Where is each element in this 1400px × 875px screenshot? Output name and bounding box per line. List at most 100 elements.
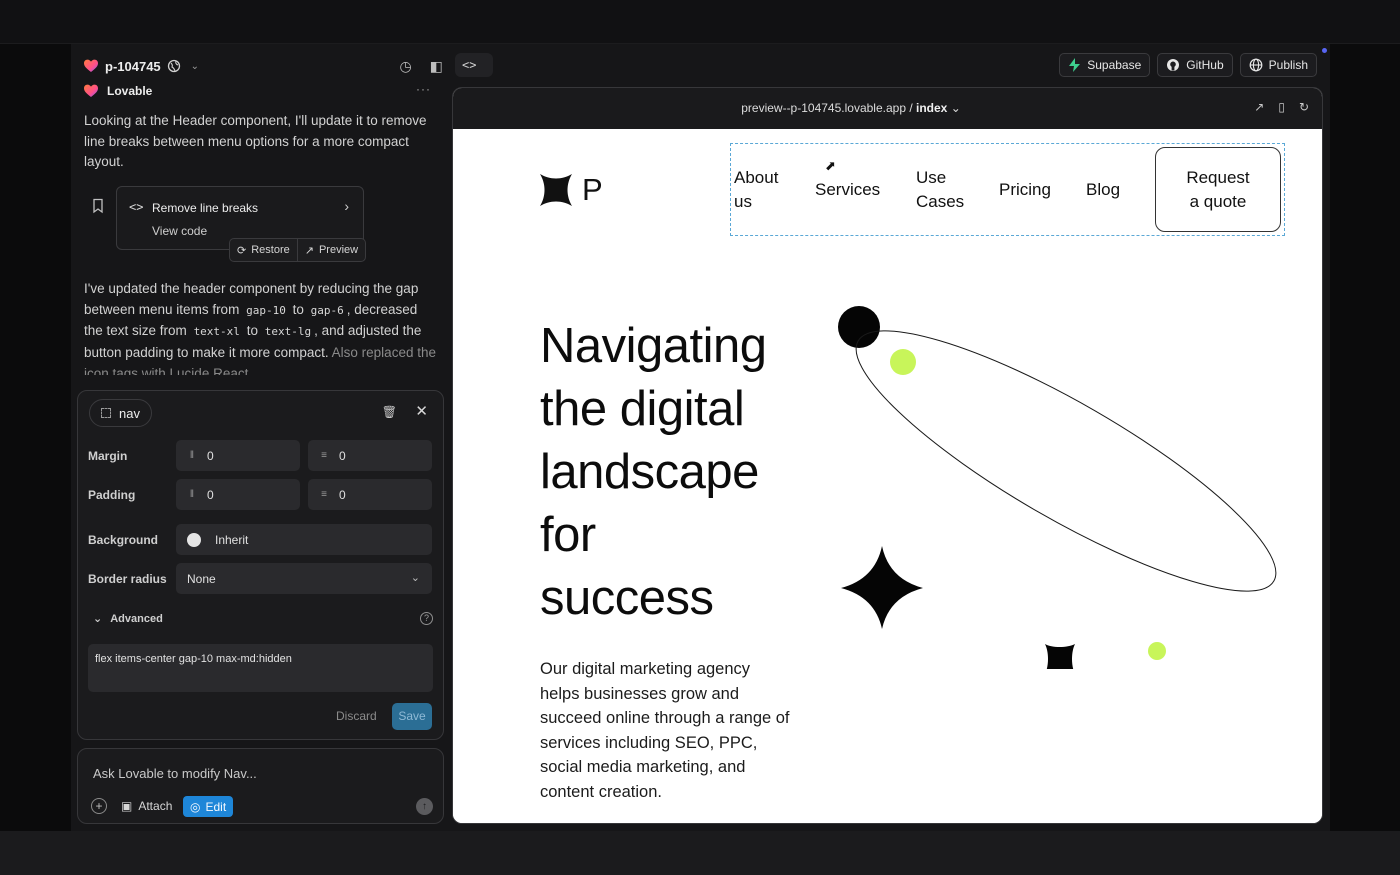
padding-y-input[interactable]: ≡ 0 bbox=[308, 479, 432, 510]
edit-icon: ◎ bbox=[190, 799, 201, 814]
more-options-icon[interactable]: ··· bbox=[416, 82, 431, 96]
help-icon[interactable]: ? bbox=[420, 612, 433, 625]
border-radius-select[interactable]: None ⌄ bbox=[176, 563, 432, 594]
send-icon[interactable]: ↑ bbox=[416, 798, 433, 815]
trash-icon[interactable]: 🗑 bbox=[382, 405, 397, 419]
background-label: Background bbox=[88, 533, 159, 547]
background-select[interactable]: Inherit bbox=[176, 524, 432, 555]
chevron-down-icon: ⌄ bbox=[410, 572, 420, 584]
inline-code: text-xl bbox=[193, 325, 240, 339]
classes-textarea[interactable]: flex items-center gap-10 max-md:hidden bbox=[88, 644, 433, 692]
margin-y-value: 0 bbox=[339, 448, 346, 463]
advanced-toggle[interactable]: ⌄ Advanced bbox=[93, 612, 163, 626]
attach-button[interactable]: ▣ Attach bbox=[121, 799, 172, 813]
hero-heading: Navigating the digital landscape for suc… bbox=[540, 315, 800, 630]
padding-x-input[interactable]: ‖ 0 bbox=[176, 479, 300, 510]
request-quote-button[interactable]: Request a quote bbox=[1155, 147, 1281, 232]
padding-x-icon: ‖ bbox=[189, 489, 195, 500]
nav-blog[interactable]: Blog bbox=[1086, 178, 1120, 202]
hero-line: for bbox=[540, 508, 596, 562]
sidebar-icon[interactable]: ◧ bbox=[430, 58, 443, 75]
project-tools: ◷ ◧ bbox=[400, 56, 443, 76]
globe-publish-icon bbox=[1249, 58, 1263, 72]
save-button[interactable]: Save bbox=[392, 703, 432, 730]
site-logo[interactable]: P bbox=[540, 172, 603, 208]
open-new-tab-icon[interactable]: ↗ bbox=[1254, 100, 1264, 114]
inline-code: gap-6 bbox=[310, 303, 344, 317]
nav-use-cases[interactable]: Use Cases bbox=[916, 166, 964, 214]
publish-button[interactable]: Publish bbox=[1239, 53, 1317, 77]
window-top-bar bbox=[0, 0, 1400, 44]
preview-url-bar: preview--p-104745.lovable.app / index ⌄ … bbox=[453, 88, 1322, 129]
element-icon bbox=[101, 408, 111, 418]
chevron-down-icon[interactable]: ⌄ bbox=[191, 61, 199, 72]
nav-about[interactable]: About us bbox=[734, 166, 778, 214]
margin-y-icon: ≡ bbox=[321, 450, 327, 461]
chevron-right-icon[interactable]: › bbox=[344, 198, 349, 214]
nav-pricing[interactable]: Pricing bbox=[999, 178, 1051, 202]
lime-dot-shape bbox=[890, 349, 916, 375]
padding-y-value: 0 bbox=[339, 487, 346, 502]
quote-line1: Request bbox=[1186, 167, 1250, 187]
project-name[interactable]: p-104745 bbox=[105, 59, 161, 74]
code-icon: <> bbox=[462, 58, 477, 72]
supabase-label: Supabase bbox=[1087, 58, 1142, 72]
route-selector[interactable]: index bbox=[916, 101, 947, 115]
four-point-star-shape bbox=[841, 546, 923, 629]
hero-illustration bbox=[838, 306, 1277, 669]
preview-url[interactable]: preview--p-104745.lovable.app / index ⌄ bbox=[453, 101, 1249, 115]
quote-line2: a quote bbox=[1189, 191, 1247, 211]
chat-input[interactable]: Ask Lovable to modify Nav... bbox=[93, 766, 257, 781]
history-icon[interactable]: ◷ bbox=[400, 58, 412, 75]
change-title: Remove line breaks bbox=[152, 201, 259, 215]
site-nav[interactable]: About us Services Use Cases Pricing Blog R… bbox=[730, 143, 1285, 236]
project-header: p-104745 ⌄ ◷ ◧ bbox=[83, 56, 443, 76]
margin-label: Margin bbox=[88, 449, 128, 463]
hero-line: success bbox=[540, 571, 714, 625]
chevron-down-icon[interactable]: ⌄ bbox=[951, 101, 961, 115]
view-code-link[interactable]: View code bbox=[152, 224, 207, 238]
mobile-icon[interactable]: ▯ bbox=[1278, 100, 1285, 114]
hero-line: Navigating bbox=[540, 319, 767, 373]
padding-x-value: 0 bbox=[207, 487, 214, 502]
assistant-message-2: I've updated the header component by red… bbox=[84, 279, 439, 375]
restore-button[interactable]: ⟳ Restore bbox=[230, 239, 297, 261]
hero-line: the digital bbox=[540, 382, 745, 436]
inline-code: gap-10 bbox=[246, 303, 286, 317]
author-name: Lovable bbox=[107, 84, 153, 98]
preview-button[interactable]: ↗ Preview bbox=[296, 239, 365, 261]
globe-icon[interactable] bbox=[167, 59, 181, 73]
nav-services[interactable]: Services bbox=[815, 178, 880, 202]
margin-y-input[interactable]: ≡ 0 bbox=[308, 440, 432, 471]
discard-button[interactable]: Discard bbox=[336, 709, 377, 723]
message-author: Lovable ··· bbox=[83, 82, 431, 100]
small-star-shape bbox=[1045, 644, 1075, 669]
github-button[interactable]: GitHub bbox=[1157, 53, 1233, 77]
nav-about-line2: us bbox=[734, 192, 752, 211]
plus-icon[interactable]: + bbox=[91, 798, 107, 814]
star-logo-icon bbox=[540, 174, 572, 206]
preview-tools: ↗ ▯ ↻ bbox=[1254, 100, 1309, 114]
selected-element-pill[interactable]: nav bbox=[89, 399, 152, 427]
border-radius-value: None bbox=[187, 571, 216, 586]
nav-use-line1: Use bbox=[916, 168, 947, 187]
github-icon bbox=[1167, 59, 1180, 71]
edit-button[interactable]: ◎ Edit bbox=[183, 796, 234, 817]
hero-line: landscape bbox=[540, 445, 759, 499]
margin-x-input[interactable]: ‖ 0 bbox=[176, 440, 300, 471]
supabase-button[interactable]: Supabase bbox=[1059, 53, 1151, 77]
restore-icon: ⟳ bbox=[237, 244, 247, 257]
chat-input-box: Ask Lovable to modify Nav... + ▣ Attach ◎… bbox=[77, 748, 444, 824]
logo-letter: P bbox=[582, 172, 603, 207]
publish-label: Publish bbox=[1268, 58, 1308, 72]
close-icon[interactable]: ✕ bbox=[415, 402, 428, 420]
attach-label: Attach bbox=[138, 799, 173, 813]
margin-x-icon: ‖ bbox=[189, 450, 195, 461]
bookmark-icon[interactable] bbox=[91, 198, 105, 214]
restore-label: Restore bbox=[251, 244, 290, 256]
padding-y-icon: ≡ bbox=[321, 489, 327, 500]
code-view-toggle[interactable]: <> bbox=[455, 53, 493, 77]
advanced-label: Advanced bbox=[110, 612, 163, 625]
refresh-icon[interactable]: ↻ bbox=[1299, 100, 1309, 114]
version-actions: ⟳ Restore ↗ Preview bbox=[229, 238, 367, 262]
